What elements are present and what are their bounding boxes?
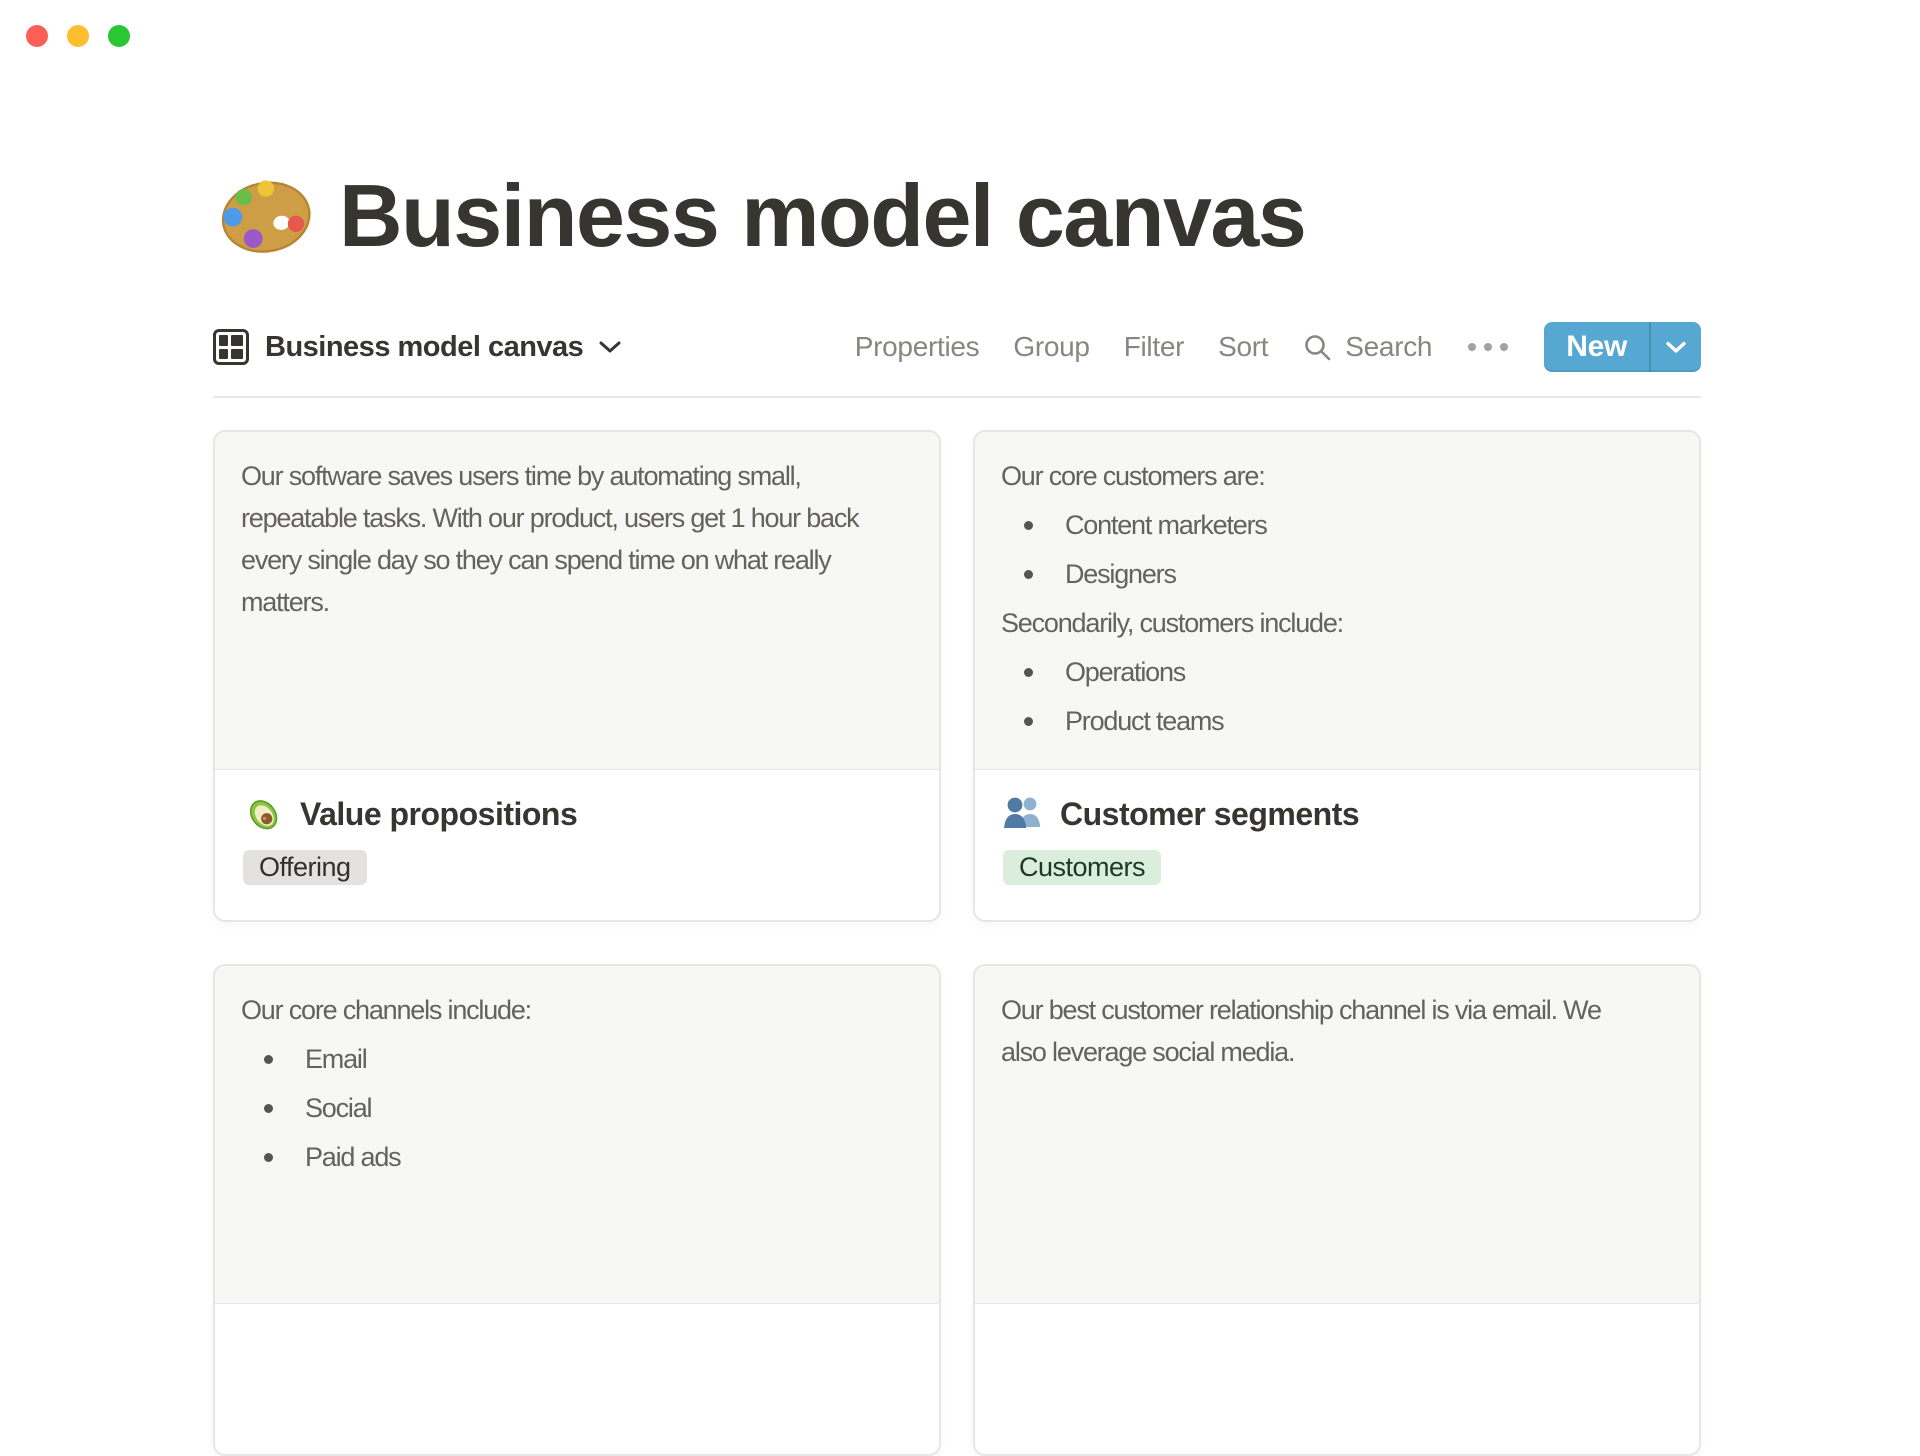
view-name: Business model canvas (265, 330, 584, 363)
gallery-view-icon (213, 329, 249, 365)
card-preview: Our software saves users time by automat… (215, 432, 939, 770)
card-preview-text: Our best customer relationship channel i… (1001, 995, 1602, 1067)
new-dropdown-chevron[interactable] (1651, 322, 1701, 372)
page-title: Business model canvas (219, 168, 1701, 264)
busts-in-silhouette-icon (1003, 794, 1043, 834)
card-preview-text: Our software saves users time by automat… (241, 461, 860, 617)
card-footer: Customer segments Customers (975, 770, 1699, 909)
close-button[interactable] (26, 25, 48, 47)
search-icon (1302, 332, 1332, 362)
view-actions: Properties Group Filter Sort Search New (855, 322, 1701, 372)
card-preview-text: Our core customers are: (1001, 461, 1266, 491)
card-preview: Our core customers are: Content marketer… (975, 432, 1699, 770)
tag-customers: Customers (1003, 850, 1162, 885)
card-preview-text: Secondarily, customers include: (1001, 608, 1344, 638)
more-options-button[interactable] (1466, 343, 1510, 351)
new-button-label[interactable]: New (1544, 322, 1649, 372)
list-item: Email (241, 1038, 913, 1080)
bullet-list: Operations Product teams (1001, 651, 1673, 742)
bullet-list: Email Social Paid ads (241, 1038, 913, 1178)
page-content: Business model canvas Business model can… (213, 0, 1701, 1456)
toolbar-divider (213, 396, 1701, 398)
page-title-text: Business model canvas (339, 166, 1307, 265)
card-preview: Our core channels include: Email Social … (215, 966, 939, 1304)
avocado-icon (243, 794, 283, 834)
card-tags: Offering (243, 850, 911, 885)
minimize-button[interactable] (67, 25, 89, 47)
card-footer: Value propositions Offering (215, 770, 939, 909)
zoom-button[interactable] (108, 25, 130, 47)
card-title-text: Value propositions (300, 796, 578, 832)
list-item: Social (241, 1087, 913, 1129)
group-button[interactable]: Group (1013, 331, 1090, 363)
gallery-card-value-propositions[interactable]: Our software saves users time by automat… (213, 430, 941, 922)
card-title: Value propositions (243, 794, 911, 834)
list-item: Paid ads (241, 1136, 913, 1178)
gallery-card-customer-segments[interactable]: Our core customers are: Content marketer… (973, 430, 1701, 922)
gallery-card-channels[interactable]: Our core channels include: Email Social … (213, 964, 941, 1456)
gallery-card-customer-relationships[interactable]: Our best customer relationship channel i… (973, 964, 1701, 1456)
list-item: Operations (1001, 651, 1673, 693)
new-button: New (1544, 322, 1701, 372)
gallery-view: Our software saves users time by automat… (213, 430, 1701, 1456)
properties-button[interactable]: Properties (855, 331, 980, 363)
palette-icon[interactable] (219, 172, 313, 260)
card-preview-text: Our core channels include: (241, 995, 532, 1025)
chevron-down-icon (599, 340, 621, 354)
filter-button[interactable]: Filter (1124, 331, 1185, 363)
card-preview: Our best customer relationship channel i… (975, 966, 1699, 1304)
list-item: Content marketers (1001, 504, 1673, 546)
search-button[interactable]: Search (1302, 331, 1433, 363)
card-title: Customer segments (1003, 794, 1671, 834)
sort-button[interactable]: Sort (1218, 331, 1268, 363)
tag-offering: Offering (243, 850, 367, 885)
search-label: Search (1345, 331, 1433, 362)
card-tags: Customers (1003, 850, 1671, 885)
window-controls (26, 25, 130, 47)
view-toolbar: Business model canvas Properties Group F… (213, 316, 1701, 378)
list-item: Product teams (1001, 700, 1673, 742)
view-switcher[interactable]: Business model canvas (213, 329, 621, 365)
list-item: Designers (1001, 553, 1673, 595)
bullet-list: Content marketers Designers (1001, 504, 1673, 595)
card-title-text: Customer segments (1060, 796, 1360, 832)
